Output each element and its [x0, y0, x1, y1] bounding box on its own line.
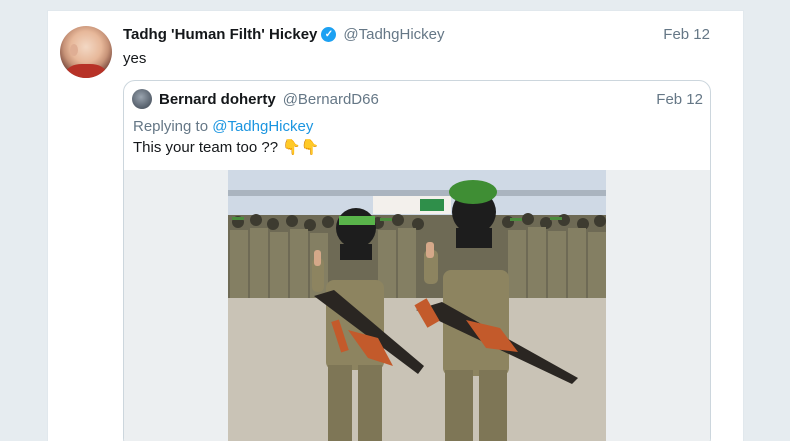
quoted-author-avatar[interactable]	[132, 89, 152, 109]
tweet-text: yes	[123, 50, 147, 67]
photo-illustration	[228, 170, 606, 441]
quoted-tweet[interactable]: Bernard doherty @BernardD66 Feb 12 Reply…	[123, 80, 711, 441]
quoted-tweet-text: This your team too ?? 👇👇	[133, 139, 320, 156]
author-avatar[interactable]	[60, 26, 112, 78]
tweet-header: Tadhg 'Human Filth' Hickey ✓ @TadhgHicke…	[123, 24, 710, 44]
verified-badge-icon: ✓	[321, 26, 337, 42]
replying-to-label: Replying to	[133, 118, 209, 135]
tweet-date[interactable]: Feb 12	[663, 26, 710, 43]
quoted-author-display-name[interactable]: Bernard doherty	[159, 91, 276, 108]
quoted-tweet-media[interactable]	[124, 170, 710, 441]
replying-to-line: Replying to @TadhgHickey	[133, 118, 313, 135]
quoted-author-handle[interactable]: @BernardD66	[283, 91, 379, 108]
screenshot-frame: Tadhg 'Human Filth' Hickey ✓ @TadhgHicke…	[0, 0, 790, 441]
author-display-name[interactable]: Tadhg 'Human Filth' Hickey	[123, 26, 317, 43]
quoted-tweet-photo[interactable]	[228, 170, 606, 441]
quoted-tweet-date[interactable]: Feb 12	[656, 91, 703, 108]
quoted-tweet-header: Bernard doherty @BernardD66 Feb 12	[132, 88, 703, 110]
author-handle[interactable]: @TadhgHickey	[343, 26, 444, 43]
replying-to-mention-link[interactable]: @TadhgHickey	[212, 118, 313, 135]
